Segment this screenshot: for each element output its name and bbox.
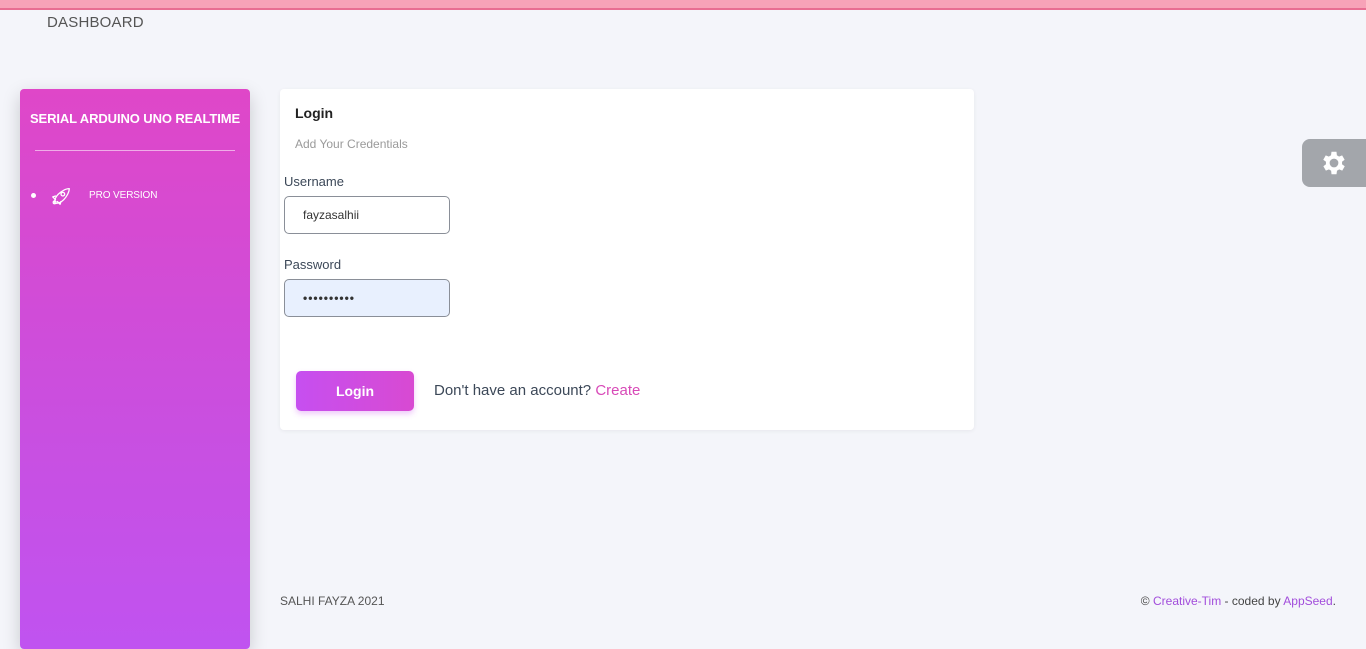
password-label: Password bbox=[284, 257, 342, 272]
create-account-link[interactable]: Create bbox=[595, 382, 640, 399]
card-title: Login bbox=[295, 105, 334, 121]
creative-tim-link[interactable]: Creative-Tim bbox=[1153, 594, 1221, 608]
footer-credit: SALHI FAYZA 2021 bbox=[280, 594, 385, 608]
sidebar-title[interactable]: SERIAL ARDUINO UNO REALTIME bbox=[20, 111, 250, 126]
login-card: Login Add Your Credentials Username Pass… bbox=[280, 89, 974, 430]
username-label: Username bbox=[284, 174, 344, 189]
sidebar-item-pro-version[interactable]: PRO VERSION bbox=[30, 185, 240, 207]
signup-prompt: Don't have an account? bbox=[434, 382, 592, 399]
password-input[interactable] bbox=[284, 279, 450, 317]
navbar-brand[interactable]: DASHBOARD bbox=[47, 14, 144, 31]
bullet-dot bbox=[31, 193, 36, 198]
gear-icon bbox=[1323, 151, 1345, 175]
sidebar-divider bbox=[35, 150, 235, 151]
rocket-icon bbox=[52, 188, 70, 205]
username-input[interactable] bbox=[284, 196, 450, 234]
signup-row: Don't have an account? Create bbox=[434, 382, 640, 399]
footer-period: . bbox=[1332, 594, 1336, 608]
footer-copyright: © Creative-Tim - coded by AppSeed. bbox=[1141, 594, 1336, 608]
top-strip bbox=[0, 0, 1366, 10]
sidebar: SERIAL ARDUINO UNO REALTIME PRO VERSION bbox=[20, 89, 250, 649]
coded-by-text: - coded by bbox=[1221, 594, 1284, 608]
login-button[interactable]: Login bbox=[296, 371, 414, 411]
copyright-symbol: © bbox=[1140, 594, 1150, 608]
sidebar-item-label: PRO VERSION bbox=[89, 190, 158, 201]
settings-toggle-button[interactable] bbox=[1302, 139, 1366, 187]
card-subtitle: Add Your Credentials bbox=[295, 137, 408, 151]
appseed-link[interactable]: AppSeed bbox=[1283, 594, 1332, 608]
